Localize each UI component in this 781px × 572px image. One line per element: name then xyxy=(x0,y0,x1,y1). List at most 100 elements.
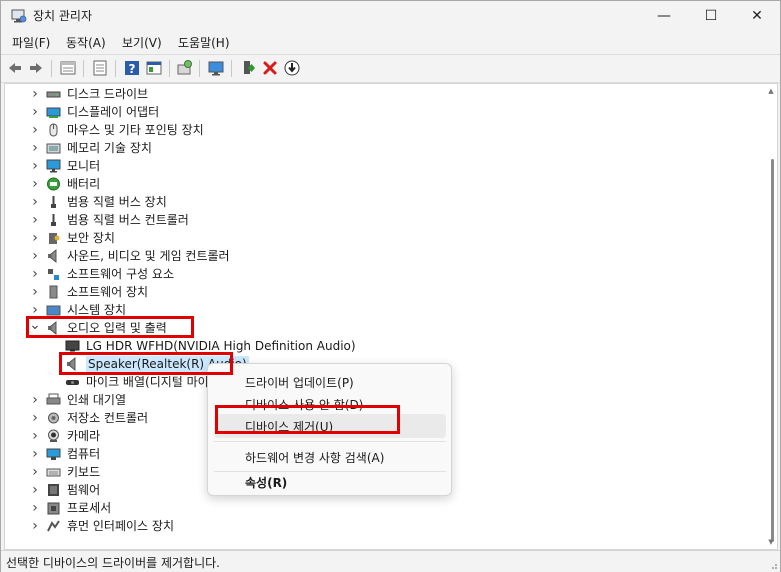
device-tree-category-item[interactable]: › 범용 직렬 버스 장치 xyxy=(5,193,745,211)
monitor-icon[interactable] xyxy=(207,59,225,77)
security-icon xyxy=(49,233,60,244)
chevron-right-icon[interactable]: › xyxy=(29,248,41,264)
chevron-right-icon[interactable]: › xyxy=(29,230,41,246)
device-tree-item-label: 프로세서 xyxy=(67,501,112,515)
device-tree-category-item[interactable]: › 범용 직렬 버스 컨트롤러 xyxy=(5,211,745,229)
vertical-scrollbar[interactable]: ▲ ▼ xyxy=(765,84,777,549)
menu-update-driver-label: 드라이버 업데이트(P) xyxy=(245,376,354,390)
toolbar-separator xyxy=(231,60,232,77)
chevron-right-icon[interactable]: › xyxy=(29,500,41,516)
chevron-right-icon[interactable]: › xyxy=(29,518,41,534)
chevron-right-icon[interactable]: › xyxy=(29,284,41,300)
device-tree-category-item[interactable]: › 소프트웨어 구성 요소 xyxy=(5,265,745,283)
memory-icon xyxy=(46,143,61,154)
chevron-right-icon[interactable]: › xyxy=(29,212,41,228)
menu-properties[interactable]: 속성(R) xyxy=(214,470,446,494)
highlight-box-uninstall xyxy=(215,405,400,434)
device-tree-item-label: 범용 직렬 버스 컨트롤러 xyxy=(67,213,189,227)
chevron-right-icon[interactable]: › xyxy=(29,104,41,120)
device-manager-window: 장치 관리자 — ☐ ✕ 파일(F) 동작(A) 보기(V) 도움말(H) ? … xyxy=(0,0,781,572)
status-text: 선택한 디바이스의 드라이버를 제거합니다. xyxy=(6,556,220,570)
resize-grip-icon[interactable] xyxy=(768,560,778,570)
chevron-right-icon[interactable]: › xyxy=(29,194,41,210)
menu-action[interactable]: 동작(A) xyxy=(66,34,106,51)
chevron-right-icon[interactable]: › xyxy=(29,428,41,444)
device-tree-item-label: 카메라 xyxy=(67,429,101,443)
device-tree-category-item[interactable]: › 디스플레이 어댑터 xyxy=(5,103,745,121)
minimize-button[interactable]: — xyxy=(641,1,687,31)
help-icon[interactable]: ? xyxy=(123,59,141,77)
device-tree-item-label: 컴퓨터 xyxy=(67,447,101,461)
toolbar-separator xyxy=(83,60,84,77)
scan-icon[interactable] xyxy=(176,59,194,77)
back-icon[interactable] xyxy=(6,59,24,77)
menu-help[interactable]: 도움말(H) xyxy=(178,34,230,51)
device-tree-item-label: 마우스 및 기타 포인팅 장치 xyxy=(67,123,204,137)
chevron-right-icon[interactable]: › xyxy=(29,266,41,282)
device-tree-item-label: 디스크 드라이브 xyxy=(67,87,149,101)
scroll-down-arrow-icon[interactable]: ▼ xyxy=(767,538,775,546)
highlight-box-audio-category xyxy=(26,316,194,338)
computer-icon xyxy=(46,448,61,460)
scroll-up-arrow-icon[interactable]: ▲ xyxy=(767,87,775,95)
storage-controller-icon xyxy=(48,412,59,424)
maximize-button[interactable]: ☐ xyxy=(688,1,734,31)
chevron-right-icon[interactable]: › xyxy=(29,464,41,480)
close-button[interactable]: ✕ xyxy=(734,1,780,31)
device-tree-category-item[interactable]: › 배터리 xyxy=(5,175,745,193)
menu-properties-label: 속성(R) xyxy=(245,476,288,490)
remove-icon[interactable] xyxy=(261,59,279,77)
download-icon[interactable] xyxy=(283,59,301,77)
menu-scan-hardware-label: 하드웨어 변경 사항 검색(A) xyxy=(245,451,385,465)
chevron-right-icon[interactable]: › xyxy=(29,410,41,426)
device-tree-category-item[interactable]: › 사운드, 비디오 및 게임 컨트롤러 xyxy=(5,247,745,265)
scrollbar-thumb[interactable] xyxy=(771,159,774,542)
properties-view-icon[interactable] xyxy=(59,59,77,77)
device-tree-item-label: 모니터 xyxy=(67,159,101,173)
device-tree-category-item[interactable]: › 프로세서 xyxy=(5,499,745,517)
disk-drive-icon xyxy=(46,91,61,98)
toolbar-separator xyxy=(199,60,200,77)
document-icon[interactable] xyxy=(91,59,109,77)
device-tree-item-label: 디스플레이 어댑터 xyxy=(67,105,160,119)
usb-controller-icon xyxy=(51,214,56,226)
chevron-right-icon[interactable]: › xyxy=(29,86,41,102)
device-tree-category-item[interactable]: › 보안 장치 xyxy=(5,229,745,247)
camera-icon xyxy=(48,429,59,442)
chevron-right-icon[interactable]: › xyxy=(29,158,41,174)
chevron-right-icon[interactable]: › xyxy=(29,392,41,408)
device-tree-category-item[interactable]: › 모니터 xyxy=(5,157,745,175)
window-title: 장치 관리자 xyxy=(33,9,93,23)
toolbar-separator xyxy=(169,60,170,77)
device-tree-category-item[interactable]: › 디스크 드라이브 xyxy=(5,85,745,103)
menu-view[interactable]: 보기(V) xyxy=(122,34,162,51)
device-tree-item-label: 소프트웨어 구성 요소 xyxy=(67,267,174,281)
microphone-icon xyxy=(66,380,79,385)
printer-icon xyxy=(46,393,61,405)
speaker-icon xyxy=(48,249,57,263)
chevron-right-icon[interactable]: › xyxy=(29,446,41,462)
device-tree-category-item[interactable]: › 휴먼 인터페이스 장치 xyxy=(5,517,745,535)
chevron-right-icon[interactable]: › xyxy=(29,176,41,192)
properties-icon[interactable] xyxy=(145,59,163,77)
chevron-right-icon[interactable]: › xyxy=(29,140,41,156)
enable-driver-icon[interactable] xyxy=(239,59,257,77)
menu-update-driver[interactable]: 드라이버 업데이트(P) xyxy=(214,370,446,394)
battery-icon xyxy=(47,177,60,191)
device-tree-item-label: 보안 장치 xyxy=(67,231,115,245)
device-tree-category-item[interactable]: › 메모리 기술 장치 xyxy=(5,139,745,157)
device-tree-item-label: 범용 직렬 버스 장치 xyxy=(67,195,167,209)
chevron-right-icon[interactable]: › xyxy=(29,482,41,498)
device-tree-category-item[interactable]: › 소프트웨어 장치 xyxy=(5,283,745,301)
device-tree-item-label: 인쇄 대기열 xyxy=(67,393,127,407)
device-tree-category-item[interactable]: › 마우스 및 기타 포인팅 장치 xyxy=(5,121,745,139)
menu-scan-hardware[interactable]: 하드웨어 변경 사항 검색(A) xyxy=(214,445,446,469)
device-tree-item-label: 키보드 xyxy=(67,465,101,479)
toolbar-separator xyxy=(51,60,52,77)
software-component-icon xyxy=(48,269,59,280)
forward-icon[interactable] xyxy=(27,59,45,77)
status-bar: 선택한 디바이스의 드라이버를 제거합니다. xyxy=(1,550,780,572)
chevron-right-icon[interactable]: › xyxy=(29,122,41,138)
hid-icon xyxy=(47,520,60,532)
menu-file[interactable]: 파일(F) xyxy=(12,34,50,51)
